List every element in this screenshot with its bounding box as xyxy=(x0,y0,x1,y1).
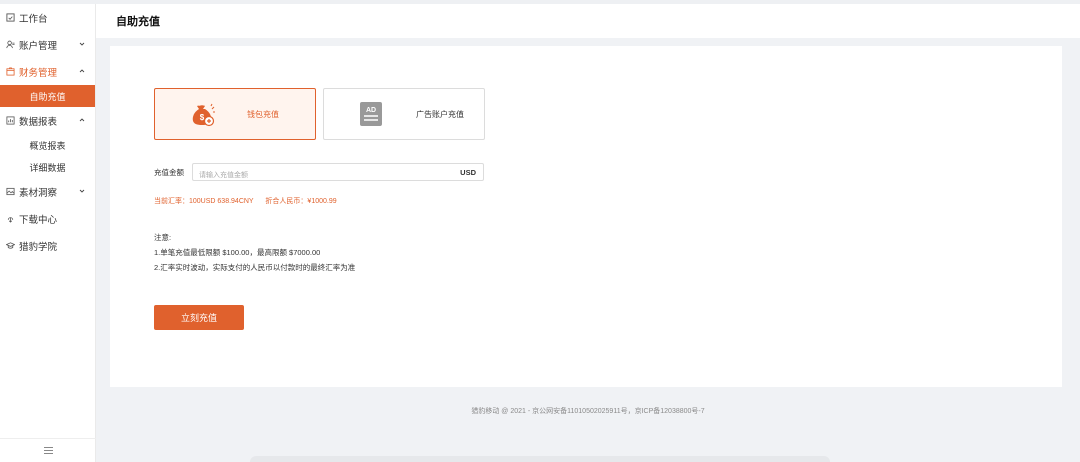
sidebar-item-downloads[interactable]: 下载中心 xyxy=(0,205,95,232)
sidebar-item-accounts[interactable]: 账户管理 xyxy=(0,31,95,58)
wallet-recharge-label: 钱包充值 xyxy=(247,110,279,119)
sidebar-subitem-detail-data[interactable]: 详细数据 xyxy=(0,156,95,178)
ad-account-recharge-label: 广告账户充值 xyxy=(416,110,464,119)
sidebar-item-label: 猎豹学院 xyxy=(19,241,58,253)
amount-label: 充值金额 xyxy=(154,167,184,177)
image-icon xyxy=(6,187,15,196)
ad-account-recharge-card[interactable]: AD 广告账户充值 xyxy=(323,88,485,140)
sidebar-item-finance[interactable]: 财务管理 xyxy=(0,58,95,85)
rmb-equivalent-text: 折合人民币：¥1000.99 xyxy=(265,198,337,205)
money-bag-icon: $ xyxy=(192,103,215,127)
sidebar-item-label: 工作台 xyxy=(19,13,48,25)
recharge-now-button[interactable]: 立刻充值 xyxy=(154,305,244,330)
chevron-down-icon xyxy=(79,189,85,193)
chevron-down-icon xyxy=(79,42,85,46)
recharge-panel: $ 钱包充值 AD 广告账户充值 充值金额 USD 当前汇率：100USD 63… xyxy=(110,46,1062,387)
amount-input-wrapper: USD xyxy=(192,163,484,184)
amount-form-row: 充值金额 USD xyxy=(154,163,484,184)
download-icon xyxy=(6,214,15,223)
menu-icon xyxy=(43,447,53,454)
page-header: 自助充值 xyxy=(96,4,1080,38)
sidebar-item-academy[interactable]: 猎豹学院 xyxy=(0,232,95,259)
chevron-up-icon xyxy=(79,69,85,73)
sidebar-item-label: 账户管理 xyxy=(19,40,58,52)
sidebar-subitem-self-recharge[interactable]: 自助充值 xyxy=(0,85,95,107)
sidebar-item-label: 财务管理 xyxy=(19,67,58,79)
sidebar-nav: 工作台 账户管理 财务管理 自助充值 数据报表 概览报表 详细数据 素材洞察 下… xyxy=(0,4,95,259)
wallet-recharge-card[interactable]: $ 钱包充值 xyxy=(154,88,316,140)
currency-unit: USD xyxy=(460,168,476,177)
exchange-rate-info: 当前汇率：100USD 638.94CNY 折合人民币：¥1000.99 xyxy=(154,196,337,206)
report-icon xyxy=(6,116,15,125)
finance-icon xyxy=(6,67,15,76)
sidebar-item-label: 下载中心 xyxy=(19,214,58,226)
user-icon xyxy=(6,40,15,49)
ad-icon: AD xyxy=(360,102,382,126)
sidebar-item-reports[interactable]: 数据报表 xyxy=(0,107,95,134)
sidebar: 工作台 账户管理 财务管理 自助充值 数据报表 概览报表 详细数据 素材洞察 下… xyxy=(0,4,96,462)
chevron-up-icon xyxy=(79,118,85,122)
svg-text:AD: AD xyxy=(366,107,376,114)
sidebar-collapse-button[interactable] xyxy=(0,438,96,462)
notes-line: 1.单笔充值最低限额 $100.00，最高限额 $7000.00 xyxy=(154,248,321,257)
notes-section: 注意: 1.单笔充值最低限额 $100.00，最高限额 $7000.00 2.汇… xyxy=(154,230,355,275)
exchange-rate-text: 当前汇率：100USD 638.94CNY xyxy=(154,198,254,205)
notes-line: 2.汇率实时波动，实际支付的人民币以付款时的最终汇率为准 xyxy=(154,263,356,272)
page-footer: 猎豹移动 @ 2021 - 京公网安备11010502025911号，京ICP备… xyxy=(471,408,705,415)
academy-icon xyxy=(6,241,15,250)
sidebar-subitem-overview-report[interactable]: 概览报表 xyxy=(0,134,95,156)
sidebar-item-label: 数据报表 xyxy=(19,116,58,128)
sidebar-item-materials[interactable]: 素材洞察 xyxy=(0,178,95,205)
bottom-bar xyxy=(250,456,830,462)
amount-input[interactable] xyxy=(193,167,443,184)
page-title: 自助充值 xyxy=(116,16,160,28)
dashboard-icon xyxy=(6,13,15,22)
notes-title: 注意: xyxy=(154,233,172,242)
sidebar-item-label: 素材洞察 xyxy=(19,187,58,199)
sidebar-item-dashboard[interactable]: 工作台 xyxy=(0,4,95,31)
